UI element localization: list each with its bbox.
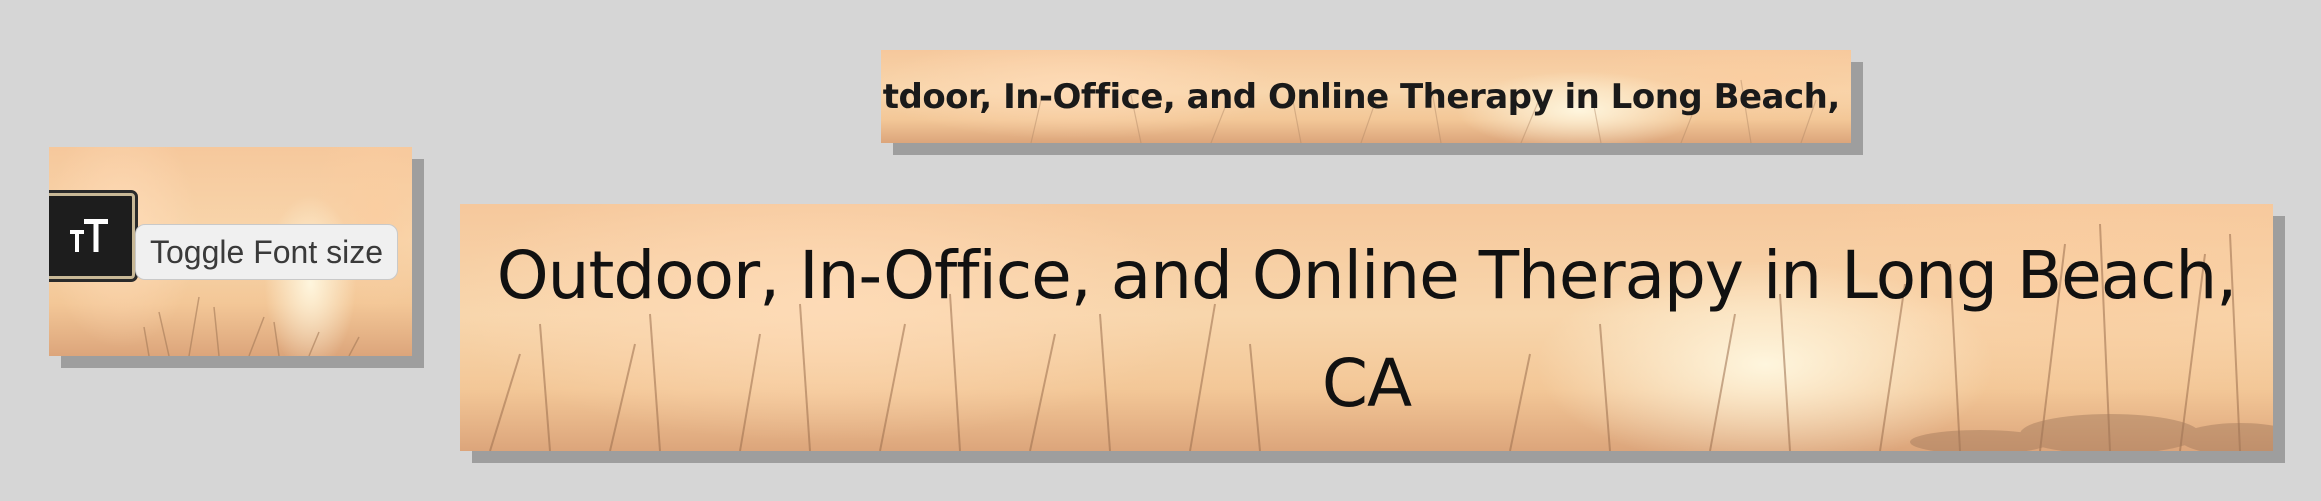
- text-size-icon: [70, 219, 108, 252]
- page-title-small: Outdoor, In-Office, and Online Therapy i…: [881, 76, 1851, 117]
- toggle-font-size-tooltip: Toggle Font size: [135, 224, 399, 280]
- large-heading-banner: Outdoor, In-Office, and Online Therapy i…: [460, 204, 2273, 451]
- page-title-large: Outdoor, In-Office, and Online Therapy i…: [496, 237, 2238, 422]
- toggle-font-size-button[interactable]: [49, 190, 138, 282]
- toggle-font-panel: Toggle Font size: [49, 147, 412, 356]
- small-heading-banner: Outdoor, In-Office, and Online Therapy i…: [881, 50, 1851, 143]
